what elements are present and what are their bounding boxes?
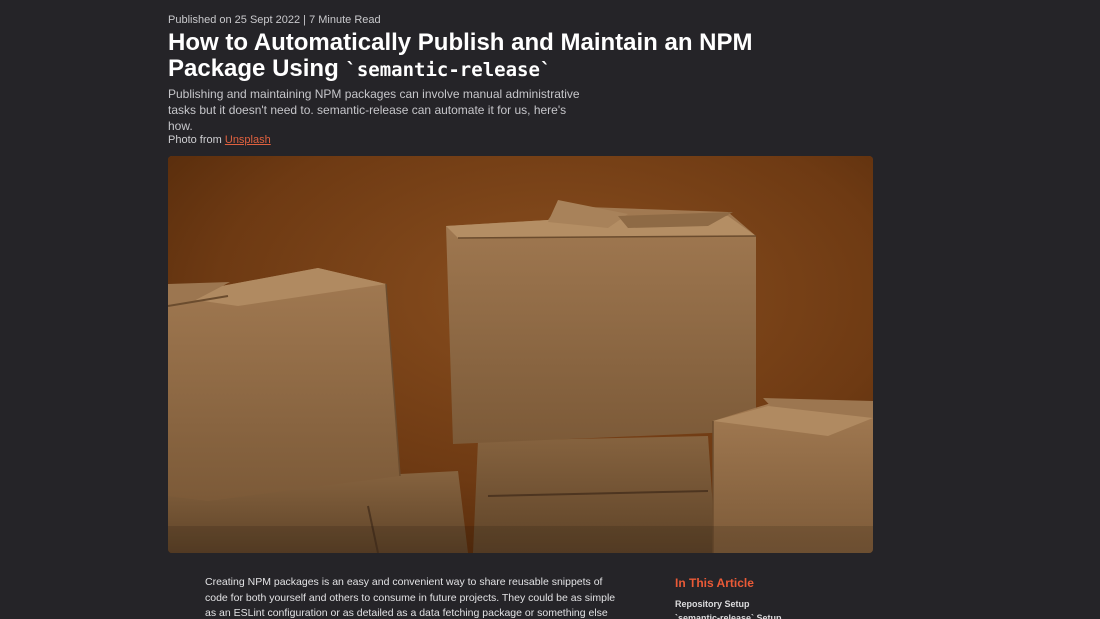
blog-post-page: Published on 25 Sept 2022 | 7 Minute Rea… [0, 0, 1100, 619]
toc-list: Repository Setup `semantic-release` Setu… [675, 597, 782, 619]
page-title: How to Automatically Publish and Maintai… [168, 30, 808, 83]
photo-credit: Photo from Unsplash [168, 134, 271, 146]
hero-image [168, 156, 873, 553]
cardboard-boxes-illustration [168, 156, 873, 553]
unsplash-link[interactable]: Unsplash [225, 134, 271, 146]
article-intro: Creating NPM packages is an easy and con… [205, 576, 616, 619]
post-meta: Published on 25 Sept 2022 | 7 Minute Rea… [168, 14, 381, 26]
photo-credit-label: Photo from [168, 134, 222, 146]
toc-heading: In This Article [675, 576, 754, 590]
title-code: `semantic-release` [345, 59, 552, 81]
post-subtitle: Publishing and maintaining NPM packages … [168, 87, 580, 133]
toc-item-semantic-release-setup[interactable]: `semantic-release` Setup [675, 611, 782, 619]
toc-item-repository-setup[interactable]: Repository Setup [675, 597, 782, 611]
